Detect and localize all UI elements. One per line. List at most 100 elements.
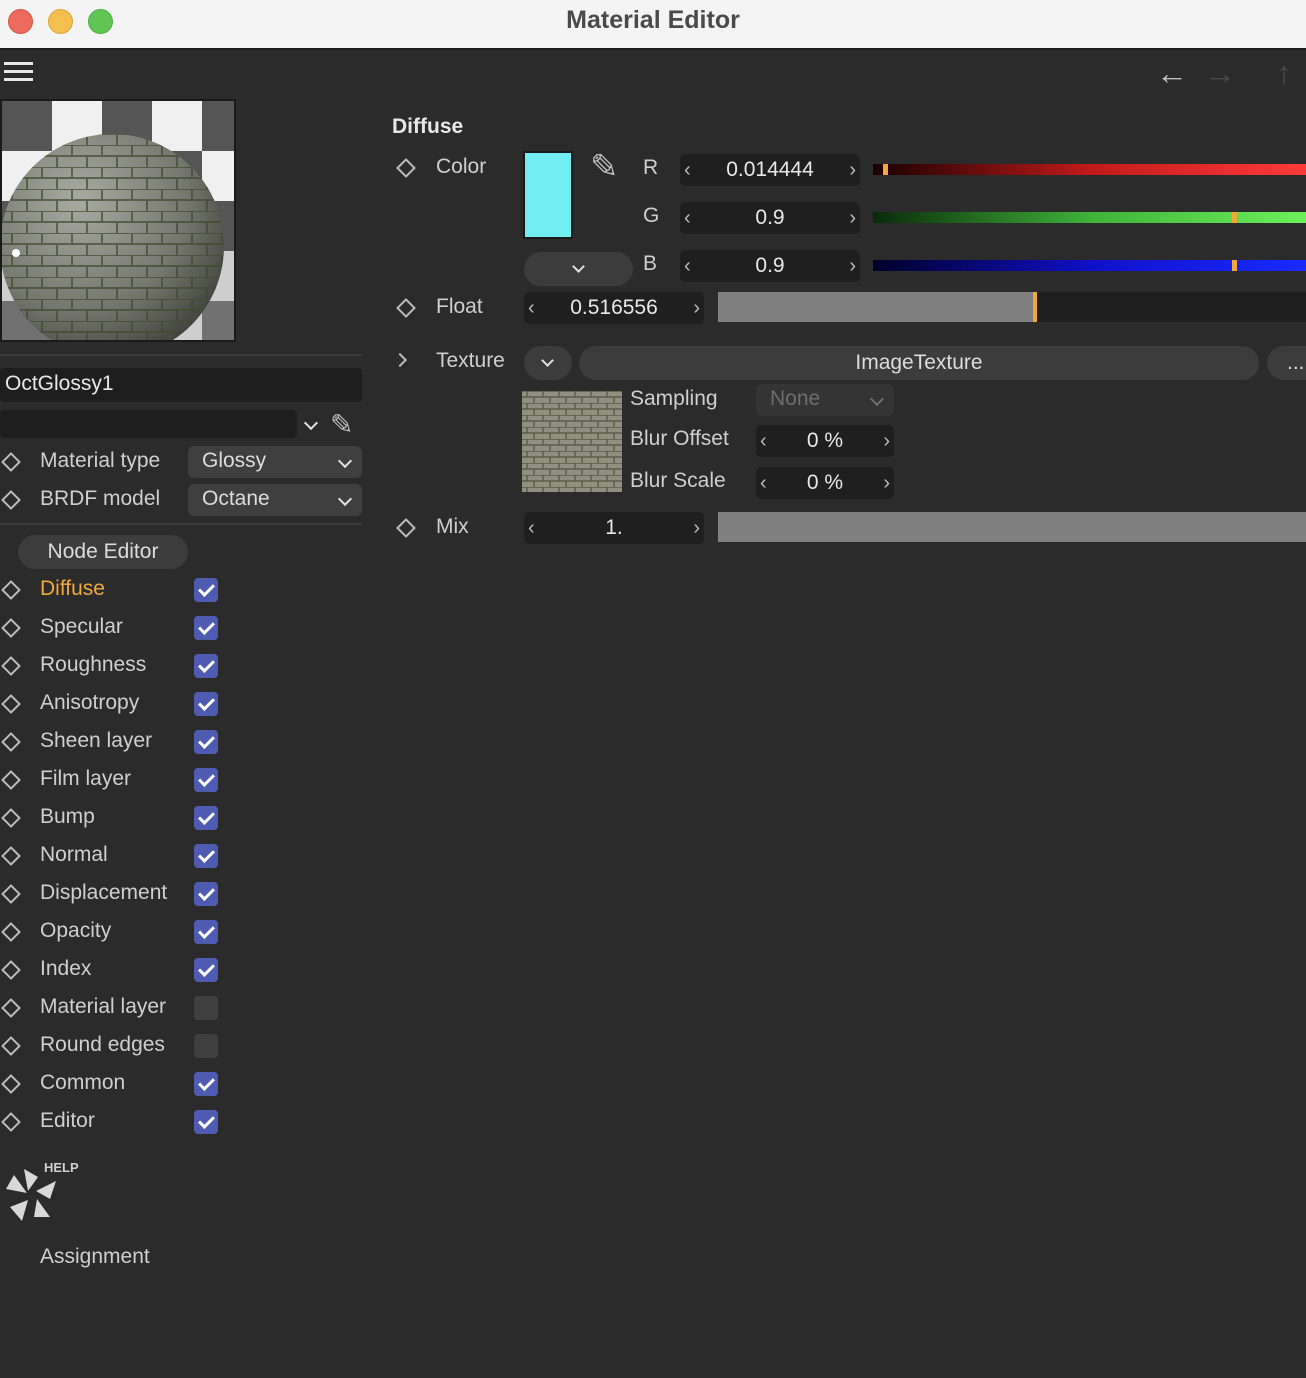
b-slider[interactable] [873,260,1306,271]
eyedropper-icon[interactable]: ✎ [330,408,353,441]
texture-thumbnail[interactable] [522,391,622,492]
float-value-field[interactable]: ‹ 0.516556 › [524,292,704,324]
keyframe-diamond-icon[interactable] [1,618,21,638]
sidebar-item-label[interactable]: Anisotropy [40,691,139,715]
b-slider-handle[interactable] [1232,260,1237,271]
material-preview[interactable] [0,99,236,342]
increment-arrow-icon[interactable]: › [849,207,856,230]
g-slider-handle[interactable] [1232,212,1237,223]
channel-checkbox[interactable] [194,692,218,716]
channel-checkbox[interactable] [194,920,218,944]
sidebar-item-label[interactable]: Film layer [40,767,131,791]
sidebar-item-label[interactable]: Round edges [40,1033,165,1057]
color-swatch[interactable] [523,151,573,239]
channel-checkbox[interactable] [194,730,218,754]
g-channel-label: G [643,204,660,227]
material-type-dropdown[interactable]: Glossy [188,446,362,478]
increment-arrow-icon[interactable]: › [693,517,700,540]
back-arrow-icon[interactable]: ← [1156,56,1188,90]
sampling-dropdown[interactable]: None [756,384,894,416]
increment-arrow-icon[interactable]: › [849,159,856,182]
keyframe-diamond-icon[interactable] [1,656,21,676]
sidebar-item-label[interactable]: Bump [40,805,95,829]
expand-chevron-icon[interactable] [392,352,408,368]
r-slider-handle[interactable] [883,164,888,175]
chevron-down-icon [572,260,585,273]
channel-checkbox[interactable] [194,1034,218,1058]
channel-checkbox[interactable] [194,844,218,868]
channel-checkbox[interactable] [194,1110,218,1134]
blur-scale-field[interactable]: ‹ 0 % › [756,467,894,499]
layer-field[interactable] [0,410,297,438]
r-value-field[interactable]: ‹ 0.014444 › [680,154,860,186]
channel-checkbox[interactable] [194,996,218,1020]
b-value-field[interactable]: ‹ 0.9 › [680,250,860,282]
keyframe-diamond-icon[interactable] [1,490,21,510]
octane-logo-icon[interactable] [4,1164,60,1226]
sidebar-item-label[interactable]: Editor [40,1109,95,1133]
channel-checkbox[interactable] [194,958,218,982]
sidebar-item-label[interactable]: Specular [40,615,123,639]
keyframe-diamond-icon[interactable] [1,452,21,472]
keyframe-diamond-icon[interactable] [396,518,416,538]
sidebar-item-label[interactable]: Roughness [40,653,146,677]
texture-menu-dropdown[interactable] [524,346,572,380]
channel-checkbox[interactable] [194,654,218,678]
sidebar-item-label[interactable]: Normal [40,843,108,867]
increment-arrow-icon[interactable]: › [849,255,856,278]
keyframe-diamond-icon[interactable] [1,770,21,790]
eyedropper-icon[interactable]: ✎ [590,147,619,187]
float-slider-handle[interactable] [1033,292,1037,322]
sidebar-item-label[interactable]: Opacity [40,919,111,943]
keyframe-diamond-icon[interactable] [1,846,21,866]
mix-label: Mix [436,515,469,538]
channel-checkbox[interactable] [194,1072,218,1096]
keyframe-diamond-icon[interactable] [1,998,21,1018]
float-slider-fill [718,292,1033,322]
sidebar-item-label[interactable]: Diffuse [40,577,105,601]
keyframe-diamond-icon[interactable] [1,884,21,904]
blur-offset-field[interactable]: ‹ 0 % › [756,425,894,457]
channel-checkbox[interactable] [194,578,218,602]
sidebar-item-label[interactable]: Common [40,1071,125,1095]
keyframe-diamond-icon[interactable] [1,580,21,600]
channel-checkbox[interactable] [194,806,218,830]
increment-arrow-icon[interactable]: › [693,297,700,320]
menu-icon[interactable] [4,62,33,84]
material-name-field[interactable]: OctGlossy1 [0,368,362,402]
color-mode-dropdown[interactable] [524,252,633,286]
channel-checkbox[interactable] [194,616,218,640]
sidebar-item-label[interactable]: Displacement [40,881,167,905]
mix-value-field[interactable]: ‹ 1. › [524,512,704,544]
assignment-label[interactable]: Assignment [40,1245,150,1269]
channel-checkbox[interactable] [194,768,218,792]
mix-slider[interactable] [718,512,1306,542]
keyframe-diamond-icon[interactable] [1,1036,21,1056]
keyframe-diamond-icon[interactable] [1,732,21,752]
more-options-button[interactable]: ... [1267,346,1306,380]
r-slider[interactable] [873,164,1306,175]
keyframe-diamond-icon[interactable] [396,298,416,318]
channel-checkbox[interactable] [194,882,218,906]
g-slider[interactable] [873,212,1306,223]
keyframe-diamond-icon[interactable] [1,1074,21,1094]
image-texture-button[interactable]: ImageTexture [579,346,1259,380]
keyframe-diamond-icon[interactable] [1,960,21,980]
keyframe-diamond-icon[interactable] [1,1112,21,1132]
sidebar-item-label[interactable]: Sheen layer [40,729,152,753]
g-value-field[interactable]: ‹ 0.9 › [680,202,860,234]
float-slider[interactable] [718,292,1306,322]
increment-arrow-icon[interactable]: › [883,430,890,453]
increment-arrow-icon[interactable]: › [883,472,890,495]
brdf-model-dropdown[interactable]: Octane [188,484,362,516]
sidebar-item-label[interactable]: Index [40,957,91,981]
chevron-down-icon[interactable] [303,415,319,431]
keyframe-diamond-icon[interactable] [1,694,21,714]
up-arrow-icon[interactable]: ↑ [1276,56,1292,90]
sidebar-item-label[interactable]: Material layer [40,995,166,1019]
keyframe-diamond-icon[interactable] [396,158,416,178]
keyframe-diamond-icon[interactable] [1,922,21,942]
node-editor-button[interactable]: Node Editor [18,535,188,569]
forward-arrow-icon[interactable]: → [1204,56,1236,90]
keyframe-diamond-icon[interactable] [1,808,21,828]
